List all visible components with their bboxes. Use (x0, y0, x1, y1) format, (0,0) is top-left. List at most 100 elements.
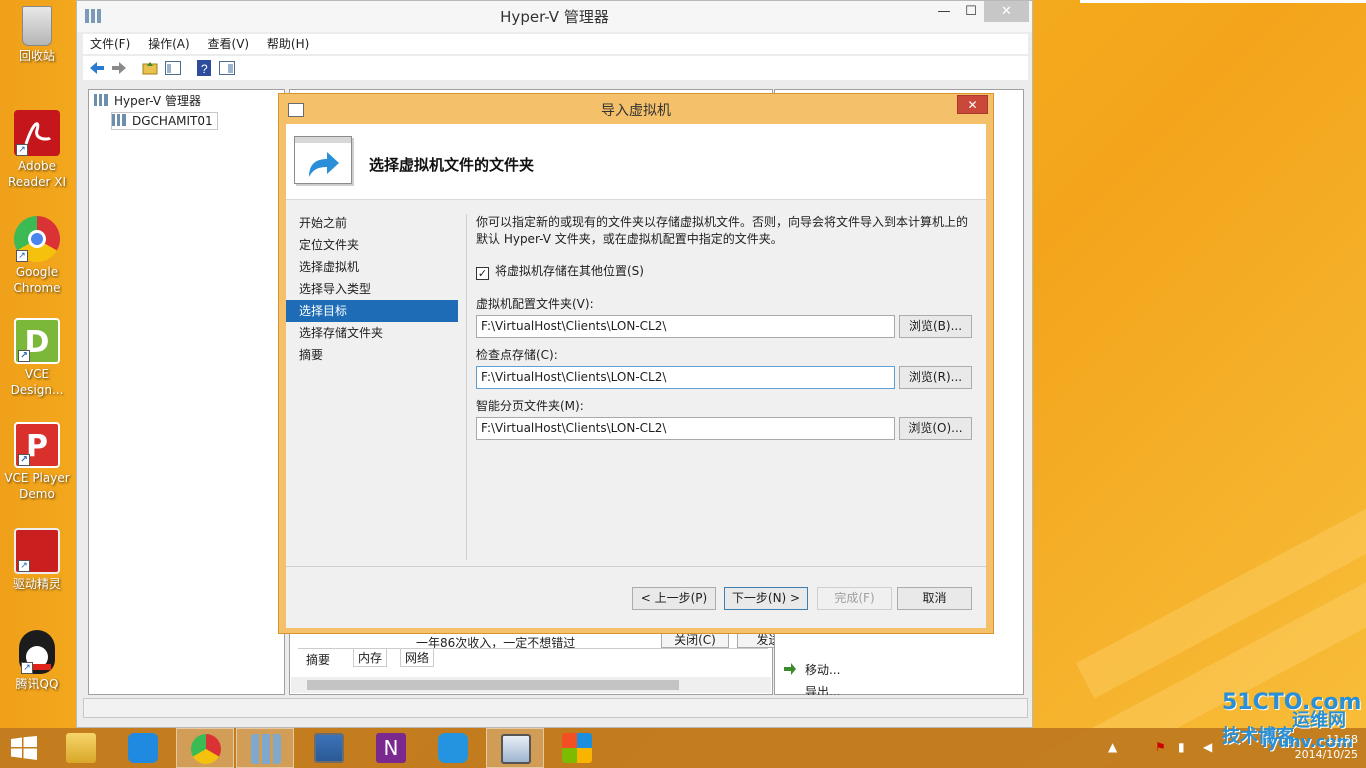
step-select-vm[interactable]: 选择虚拟机 (286, 256, 458, 278)
window-title: Hyper-V 管理器 (500, 8, 609, 26)
dialog-close-button[interactable]: ✕ (957, 95, 988, 114)
step-before-you-begin[interactable]: 开始之前 (286, 212, 458, 234)
action-center-flag-icon[interactable]: ⚑ (1155, 740, 1166, 754)
file-explorer-icon (66, 733, 96, 763)
menu-file[interactable]: 文件(F) (83, 34, 137, 54)
taskbar-baidu-cloud[interactable] (114, 728, 172, 768)
action-pane-icon[interactable] (218, 59, 236, 77)
tree-item-server[interactable]: DGCHAMIT01 (111, 112, 218, 130)
action-move[interactable]: 移动... (805, 661, 840, 678)
desktop-icon-chrome[interactable]: ↗ Google Chrome (4, 216, 70, 296)
desktop-icon-label: VCE Player Demo (4, 471, 70, 501)
action-export[interactable]: 导出... (805, 683, 840, 695)
desktop-icon-qq[interactable]: ↗ 腾讯QQ (4, 630, 70, 692)
page-description: 你可以指定新的或现有的文件夹以存储虚拟机文件。否则，向导会将文件导入到本计算机上… (476, 215, 969, 246)
network-signal-icon[interactable]: ▮ (1178, 740, 1185, 754)
browse-checkpoint-button[interactable]: 浏览(R)... (899, 366, 972, 389)
import-vm-dialog: 导入虚拟机 ✕ 选择虚拟机文件的文件夹 开始之前 定位文件夹 选择虚拟机 选择导… (278, 93, 994, 634)
store-elsewhere-checkbox[interactable]: ✓ (476, 267, 489, 280)
step-import-type[interactable]: 选择导入类型 (286, 278, 458, 300)
desktop-icon-label: 回收站 (18, 49, 55, 63)
footer-divider (286, 566, 986, 567)
step-storage-folders[interactable]: 选择存储文件夹 (286, 322, 458, 344)
wallpaper-edge (1080, 0, 1366, 3)
shortcut-arrow-icon: ↗ (16, 144, 28, 156)
step-locate-folder[interactable]: 定位文件夹 (286, 234, 458, 256)
tab-summary[interactable]: 摘要 (306, 651, 330, 668)
shortcut-arrow-icon: ↗ (21, 662, 33, 674)
scrollbar-thumb[interactable] (307, 680, 679, 690)
config-folder-label: 虚拟机配置文件夹(V): (476, 297, 594, 311)
desktop-icon-adobe-reader[interactable]: ↗ Adobe Reader XI (4, 110, 70, 190)
back-arrow-icon[interactable] (88, 59, 106, 77)
desktop-icon-vce-player[interactable]: P ↗ VCE Player Demo (4, 422, 70, 502)
forward-arrow-icon[interactable] (110, 59, 128, 77)
console-tree-icon[interactable] (164, 59, 182, 77)
menu-action[interactable]: 操作(A) (141, 34, 197, 54)
checkpoint-store-input[interactable]: F:\VirtualHost\Clients\LON-CL2\ (476, 366, 895, 389)
help-icon[interactable]: ? (195, 59, 213, 77)
taskbar-chrome[interactable] (176, 728, 234, 768)
volume-icon[interactable]: ◀ (1203, 740, 1212, 754)
qq-icon: ↗ (19, 630, 55, 674)
config-folder-input[interactable]: F:\VirtualHost\Clients\LON-CL2\ (476, 315, 895, 338)
minimize-button[interactable]: — (930, 1, 958, 22)
close-button[interactable]: ✕ (984, 1, 1029, 22)
hyperv-manager-icon (251, 734, 281, 764)
menu-help[interactable]: 帮助(H) (260, 34, 316, 54)
tab-network[interactable]: 网络 (400, 649, 435, 667)
smart-paging-label: 智能分页文件夹(M): (476, 399, 584, 413)
onenote-icon: N (376, 733, 406, 763)
taskbar-explorer[interactable] (52, 728, 110, 768)
clock-time: 11:58 (1326, 733, 1358, 746)
taskbar-onenote[interactable]: N (362, 728, 420, 768)
maximize-button[interactable]: ☐ (957, 1, 985, 22)
window-titlebar: Hyper-V 管理器 — ☐ ✕ (77, 1, 1032, 32)
step-choose-destination[interactable]: 选择目标 (286, 300, 458, 322)
taskbar-vm-connect[interactable] (300, 728, 358, 768)
step-summary[interactable]: 摘要 (286, 344, 458, 366)
taskbar-remote-desktop[interactable] (486, 728, 544, 768)
taskbar: N ▲ ⚑ ▮ ◀ 51CTO.com 技术博客 运维网 iyunv.com 1… (0, 690, 1366, 768)
previous-button[interactable]: < 上一步(P) (632, 587, 716, 610)
browse-smart-paging-button[interactable]: 浏览(O)... (899, 417, 972, 440)
taskbar-qq-game[interactable] (424, 728, 482, 768)
tree-item-root[interactable]: Hyper-V 管理器 (94, 93, 201, 109)
next-button[interactable]: 下一步(N) > (724, 587, 808, 610)
start-windows-icon[interactable] (11, 736, 37, 760)
store-elsewhere-option[interactable]: ✓ 将虚拟机存储在其他位置(S) (476, 264, 644, 280)
desktop-icon-label: VCE Design... (10, 367, 64, 397)
move-icon (784, 663, 796, 675)
cancel-button[interactable]: 取消 (897, 587, 972, 610)
desktop-icon-recycle-bin[interactable]: 回收站 (4, 6, 70, 64)
shortcut-arrow-icon: ↗ (18, 560, 30, 572)
folder-up-icon[interactable] (141, 59, 159, 77)
chrome-icon (191, 734, 221, 764)
tray-expand-icon[interactable]: ▲ (1108, 740, 1117, 754)
horizontal-scrollbar[interactable] (291, 677, 771, 693)
adobe-reader-icon: ↗ (14, 110, 60, 156)
watermark-yunwei: 运维网 (1292, 710, 1346, 731)
windows-store-icon (562, 733, 592, 763)
taskbar-hyperv[interactable] (236, 728, 294, 768)
shortcut-arrow-icon: ↗ (18, 350, 30, 362)
toolbar: ? (83, 56, 1028, 80)
browse-config-button[interactable]: 浏览(B)... (899, 315, 972, 338)
wizard-content: 你可以指定新的或现有的文件夹以存储虚拟机文件。否则，向导会将文件导入到本计算机上… (476, 214, 976, 440)
desktop-icon-driver-genius[interactable]: ↗ 驱动精灵 (4, 528, 70, 592)
vertical-divider (466, 214, 467, 560)
vce-player-icon: P ↗ (14, 422, 60, 468)
store-elsewhere-label: 将虚拟机存储在其他位置(S) (495, 264, 644, 278)
details-tab-strip: 摘要 内存 网络 (298, 648, 768, 668)
tab-memory[interactable]: 内存 (353, 649, 388, 667)
finish-button: 完成(F) (817, 587, 892, 610)
taskbar-store[interactable] (548, 728, 606, 768)
menu-bar: 文件(F) 操作(A) 查看(V) 帮助(H) (83, 34, 1028, 54)
desktop-icon-vce-designer[interactable]: D ↗ VCE Design... (4, 318, 70, 398)
chrome-icon: ↗ (14, 216, 60, 262)
smart-paging-input[interactable]: F:\VirtualHost\Clients\LON-CL2\ (476, 417, 895, 440)
desktop-icon-label: 驱动精灵 (12, 577, 61, 591)
menu-view[interactable]: 查看(V) (201, 34, 257, 54)
system-clock[interactable]: 11:58 2014/10/25 (1268, 732, 1358, 762)
driver-genius-icon: ↗ (14, 528, 60, 574)
